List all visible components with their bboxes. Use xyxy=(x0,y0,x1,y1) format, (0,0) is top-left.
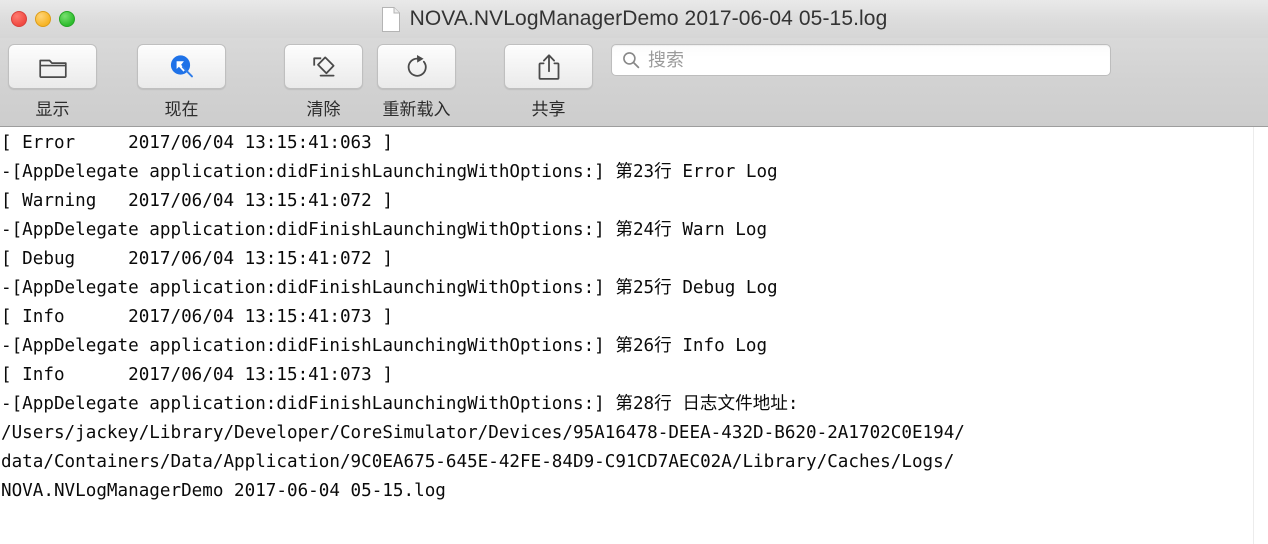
maximize-button[interactable] xyxy=(59,11,75,27)
now-button-label: 现在 xyxy=(164,100,199,119)
log-content-area[interactable]: [ Error 2017/06/04 13:15:41:063 ] -[AppD… xyxy=(0,127,1268,544)
search-field[interactable] xyxy=(611,44,1111,76)
toolbar-item-share[interactable]: 共享 xyxy=(504,44,593,120)
log-text: [ Error 2017/06/04 13:15:41:063 ] -[AppD… xyxy=(1,133,965,501)
clear-button[interactable] xyxy=(284,44,363,89)
document-icon xyxy=(381,6,401,32)
reload-button-label: 重新载入 xyxy=(382,100,451,119)
show-button-label: 显示 xyxy=(35,100,70,119)
minimize-button[interactable] xyxy=(35,11,51,27)
clear-button-label: 清除 xyxy=(306,100,341,119)
share-icon xyxy=(537,53,561,81)
now-cursor-icon xyxy=(167,52,197,82)
search-input[interactable] xyxy=(648,49,1110,71)
now-button[interactable] xyxy=(137,44,226,89)
window-controls xyxy=(11,11,75,27)
title-group: NOVA.NVLogManagerDemo 2017-06-04 05-15.l… xyxy=(0,0,1268,38)
toolbar-item-now[interactable]: 现在 xyxy=(137,44,226,120)
toolbar-item-clear[interactable]: 清除 xyxy=(284,44,363,120)
window-titlebar: NOVA.NVLogManagerDemo 2017-06-04 05-15.l… xyxy=(0,0,1268,38)
show-button[interactable] xyxy=(8,44,97,89)
share-button[interactable] xyxy=(504,44,593,89)
search-icon xyxy=(622,51,640,69)
reload-button[interactable] xyxy=(377,44,456,89)
toolbar-item-show[interactable]: 显示 xyxy=(8,44,97,120)
log-viewer-window: NOVA.NVLogManagerDemo 2017-06-04 05-15.l… xyxy=(0,0,1268,544)
reload-icon xyxy=(404,54,430,80)
share-button-label: 共享 xyxy=(531,100,566,119)
clear-icon xyxy=(310,54,338,80)
vertical-scrollbar[interactable] xyxy=(1253,127,1268,544)
search-container xyxy=(611,44,1268,76)
toolbar: 显示 现在 清除 重新载入 共享 搜索 xyxy=(0,38,1268,127)
window-title: NOVA.NVLogManagerDemo 2017-06-04 05-15.l… xyxy=(409,7,888,30)
folder-icon xyxy=(38,56,67,78)
close-button[interactable] xyxy=(11,11,27,27)
toolbar-item-reload[interactable]: 重新载入 xyxy=(377,44,456,120)
